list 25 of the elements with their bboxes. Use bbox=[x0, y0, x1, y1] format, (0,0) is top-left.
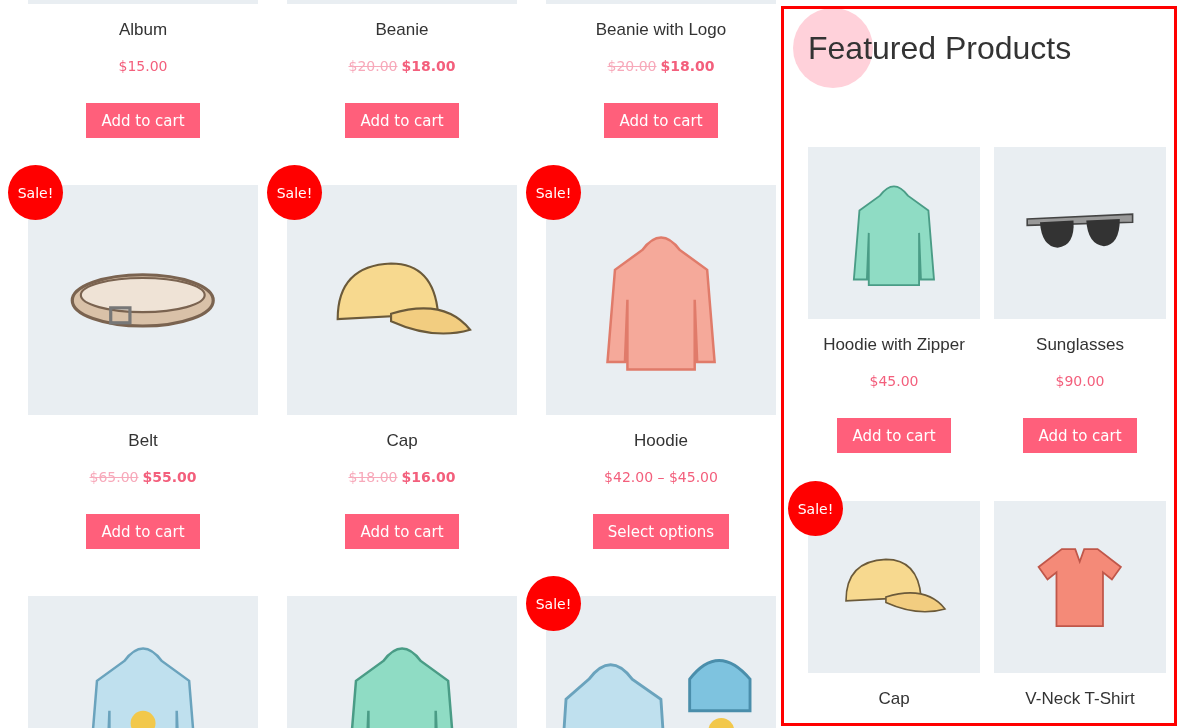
product-title[interactable]: Cap bbox=[386, 429, 418, 453]
product-title[interactable]: Belt bbox=[128, 429, 158, 453]
product-title[interactable]: Hoodie bbox=[634, 429, 688, 453]
product-title[interactable]: Beanie with Logo bbox=[595, 18, 727, 42]
product-price: $65.00 $55.00 bbox=[89, 468, 197, 487]
product-title[interactable]: Hoodie with Zipper bbox=[823, 333, 965, 357]
product-price: $42.00 – $45.00 bbox=[604, 468, 718, 487]
sale-badge: Sale! bbox=[8, 165, 63, 220]
product-title[interactable]: Beanie bbox=[375, 18, 429, 42]
product-price: $15.00 bbox=[118, 57, 168, 76]
product-price: $90.00 bbox=[1055, 372, 1105, 391]
product-title[interactable]: Cap bbox=[878, 687, 910, 711]
product-image[interactable] bbox=[994, 147, 1166, 319]
widget-heading: Featured Products bbox=[808, 29, 1072, 68]
product-title[interactable]: Album bbox=[118, 18, 168, 42]
sale-badge: Sale! bbox=[526, 576, 581, 631]
sale-badge: Sale! bbox=[788, 481, 843, 536]
product-price: $18.00 $16.00 bbox=[348, 468, 456, 487]
product-price: $20.00 $18.00 bbox=[348, 57, 456, 76]
product-title[interactable]: Sunglasses bbox=[1036, 333, 1124, 357]
sale-badge: Sale! bbox=[267, 165, 322, 220]
product-title[interactable]: V-Neck T-Shirt bbox=[1025, 687, 1135, 711]
product-price: $20.00 $18.00 bbox=[607, 57, 715, 76]
sale-badge: Sale! bbox=[526, 165, 581, 220]
product-price: $45.00 bbox=[869, 372, 919, 391]
